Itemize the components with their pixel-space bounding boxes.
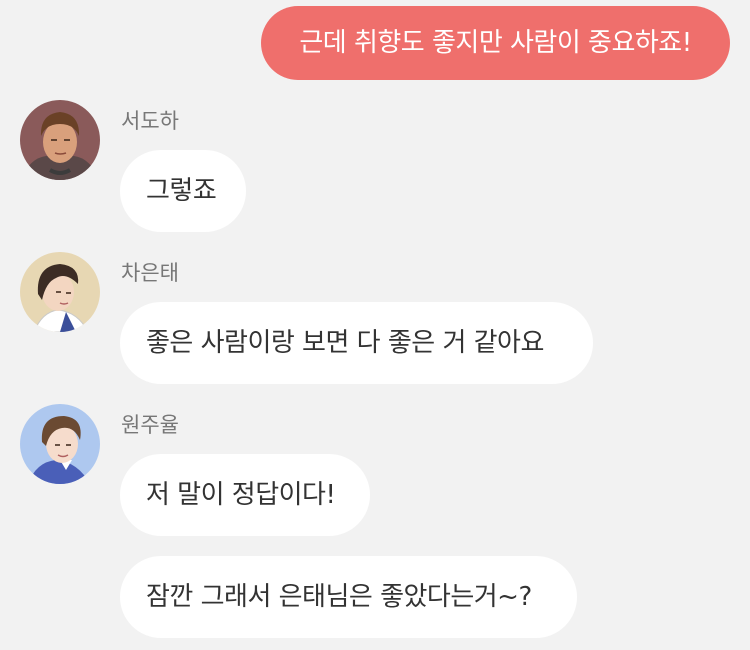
sender-name: 차은태: [121, 261, 179, 285]
avatar-juyul[interactable]: [20, 404, 100, 484]
message-bubble: 잠깐 그래서 은태님은 좋았다는거~?: [120, 556, 577, 638]
message-text: 저 말이 정답이다!: [146, 480, 336, 510]
avatar-doha[interactable]: [20, 100, 100, 180]
chat-transcript: 근데 취향도 좋지만 사람이 중요하죠! 서도하 그렇죠 차은태 좋은 사람이랑…: [0, 0, 750, 650]
my-message-bubble: 근데 취향도 좋지만 사람이 중요하죠!: [261, 6, 730, 80]
message-text: 그렇죠: [146, 176, 217, 206]
message-bubble: 좋은 사람이랑 보면 다 좋은 거 같아요: [120, 302, 593, 384]
avatar-portrait-juyul: [20, 404, 100, 484]
message-bubble: 그렇죠: [120, 150, 246, 232]
sender-name: 원주율: [121, 413, 179, 437]
avatar-portrait-euntae: [20, 252, 100, 332]
avatar-portrait-doha: [20, 100, 100, 180]
sender-name: 서도하: [121, 109, 179, 133]
message-bubble: 저 말이 정답이다!: [120, 454, 370, 536]
message-text: 근데 취향도 좋지만 사람이 중요하죠!: [299, 28, 692, 58]
message-text: 잠깐 그래서 은태님은 좋았다는거~?: [146, 582, 532, 612]
message-text: 좋은 사람이랑 보면 다 좋은 거 같아요: [146, 328, 544, 358]
avatar-euntae[interactable]: [20, 252, 100, 332]
